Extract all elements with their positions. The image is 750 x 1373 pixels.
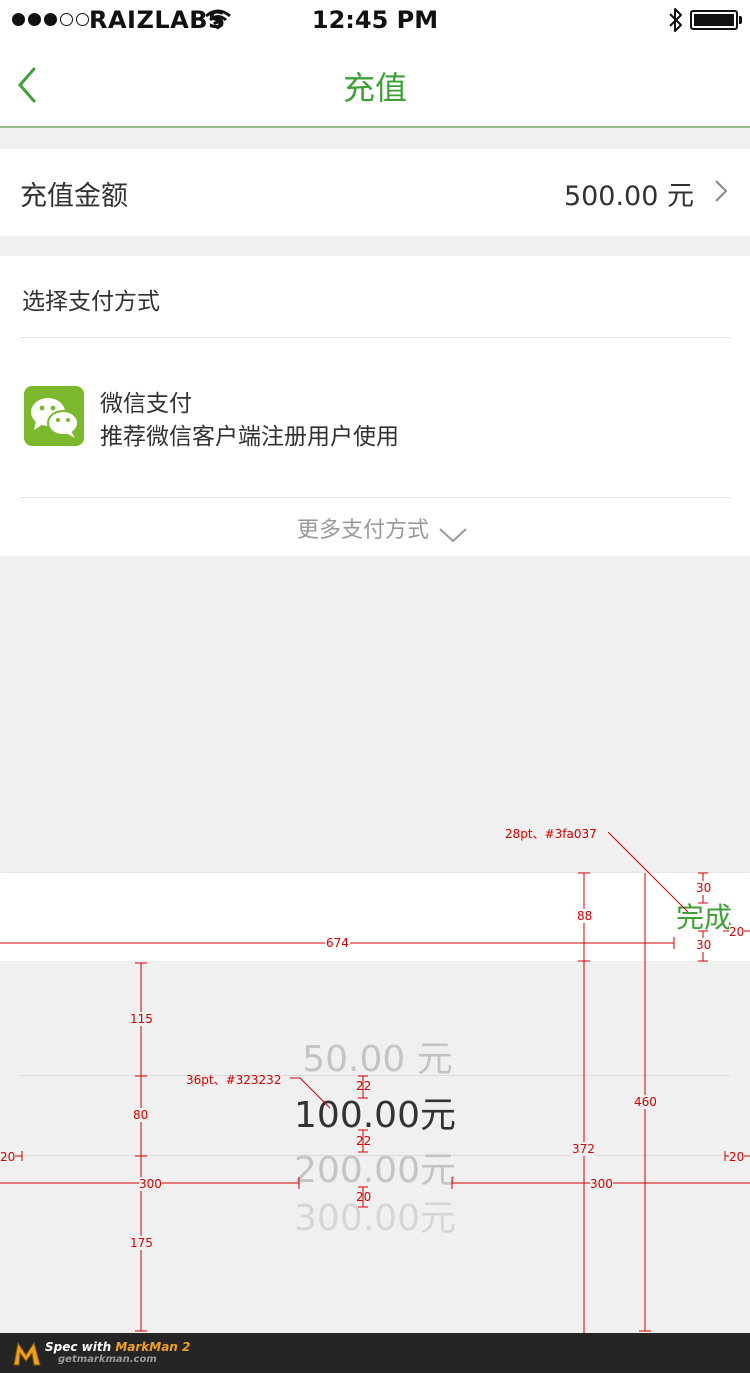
spec-measure: 115	[130, 1012, 153, 1026]
spec-measure: 460	[634, 1095, 657, 1109]
markman-logo	[13, 1341, 41, 1366]
markman-title: Spec with MarkMan 2	[45, 1340, 190, 1354]
spec-measure: 300	[590, 1177, 613, 1191]
spec-measure: 30	[696, 938, 712, 952]
spec-measure: 22	[356, 1079, 372, 1093]
markman-footer: Spec with MarkMan 2 getmarkman.com	[0, 1333, 750, 1373]
spec-measure: 20	[729, 925, 745, 939]
spec-measure: 80	[133, 1108, 149, 1122]
spec-annotation-done-font: 28pt、#3fa037	[505, 827, 597, 841]
spec-measure: 175	[130, 1236, 153, 1250]
spec-measure: 88	[577, 909, 593, 923]
spec-measure: 372	[572, 1142, 595, 1156]
spec-measure: 300	[139, 1177, 162, 1191]
spec-measure: 20	[729, 1150, 745, 1164]
markman-url: getmarkman.com	[58, 1354, 157, 1365]
spec-measure: 20	[0, 1150, 16, 1164]
spec-measure: 674	[325, 936, 350, 950]
spec-measure: 22	[356, 1134, 372, 1148]
spec-measurement-lines	[0, 831, 750, 1333]
markman-prefix: Spec with	[45, 1340, 116, 1354]
markman-brand: MarkMan 2	[115, 1340, 191, 1354]
spec-measure: 20	[356, 1190, 372, 1204]
spec-annotation-option-font: 36pt、#323232	[186, 1073, 282, 1087]
spec-measure: 30	[696, 881, 712, 895]
